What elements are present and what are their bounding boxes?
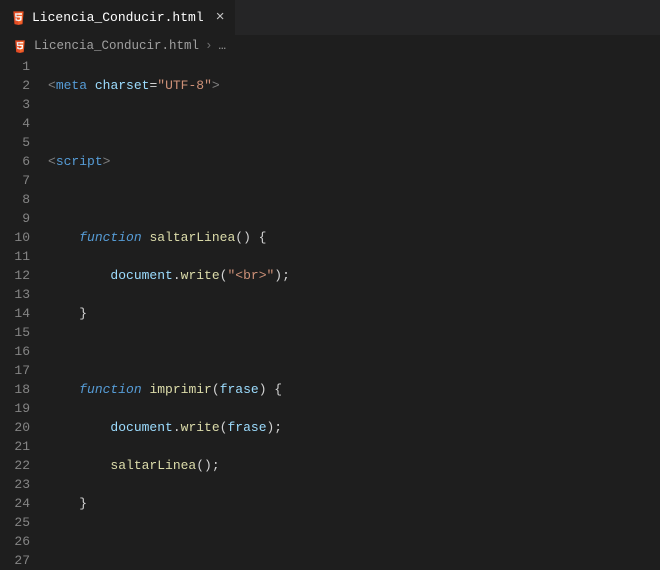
close-icon[interactable]: ×: [216, 10, 225, 25]
breadcrumb-file: Licencia_Conducir.html: [34, 39, 199, 53]
breadcrumb[interactable]: Licencia_Conducir.html › …: [0, 35, 660, 57]
line-number: 24: [0, 494, 30, 513]
chevron-right-icon: ›: [205, 39, 213, 53]
line-number: 1: [0, 57, 30, 76]
line-number: 14: [0, 304, 30, 323]
line-number: 7: [0, 171, 30, 190]
line-number: 9: [0, 209, 30, 228]
html5-icon: [10, 10, 26, 26]
line-number: 21: [0, 437, 30, 456]
line-number: 16: [0, 342, 30, 361]
line-number: 11: [0, 247, 30, 266]
editor[interactable]: 1234567891011121314151617181920212223242…: [0, 57, 660, 568]
tab-active[interactable]: Licencia_Conducir.html ×: [0, 0, 236, 35]
line-number: 6: [0, 152, 30, 171]
line-number: 25: [0, 513, 30, 532]
html5-icon: [12, 38, 28, 54]
line-number: 23: [0, 475, 30, 494]
line-number: 27: [0, 551, 30, 570]
line-number: 15: [0, 323, 30, 342]
line-number: 18: [0, 380, 30, 399]
code-area[interactable]: <meta charset="UTF-8"> <script> function…: [48, 57, 660, 568]
tab-bar: Licencia_Conducir.html ×: [0, 0, 660, 35]
line-number: 2: [0, 76, 30, 95]
line-number: 3: [0, 95, 30, 114]
breadcrumb-more: …: [219, 39, 227, 53]
line-number: 4: [0, 114, 30, 133]
line-number: 10: [0, 228, 30, 247]
tab-title: Licencia_Conducir.html: [32, 10, 204, 25]
line-number: 5: [0, 133, 30, 152]
line-number: 26: [0, 532, 30, 551]
line-number: 19: [0, 399, 30, 418]
line-number: 13: [0, 285, 30, 304]
line-number: 8: [0, 190, 30, 209]
line-number: 20: [0, 418, 30, 437]
line-number: 17: [0, 361, 30, 380]
line-number: 12: [0, 266, 30, 285]
line-number: 22: [0, 456, 30, 475]
line-number-gutter: 1234567891011121314151617181920212223242…: [0, 57, 48, 568]
